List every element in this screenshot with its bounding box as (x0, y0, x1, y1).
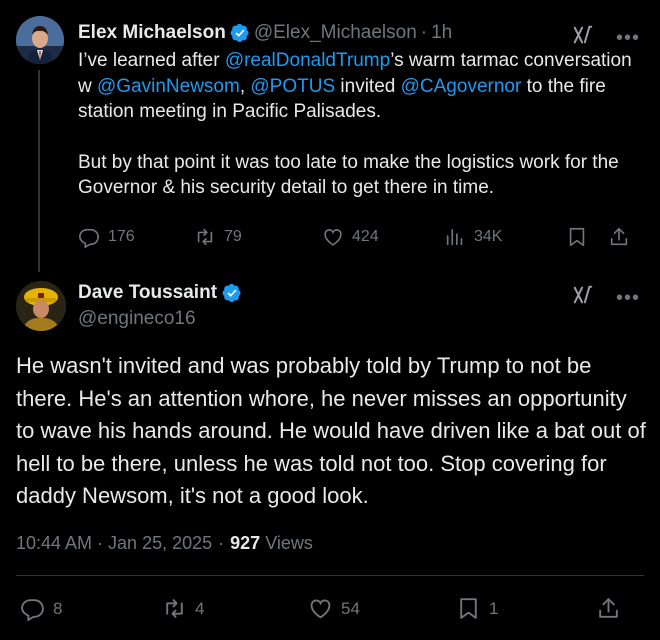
reply-button[interactable]: 8 (20, 596, 62, 621)
post-timestamp[interactable]: 10:44 AM · Jan 25, 2025 (16, 533, 212, 554)
body-text: , (239, 75, 251, 97)
author-name[interactable]: Elex Michaelson (78, 22, 226, 44)
share-button[interactable] (596, 596, 621, 621)
like-button[interactable]: 424 (322, 226, 379, 248)
divider (16, 575, 644, 576)
thread-connector-line (38, 70, 40, 272)
reply-count: 8 (53, 598, 63, 618)
reply-button[interactable]: 176 (78, 226, 135, 248)
repost-icon (166, 599, 183, 618)
bookmark-button[interactable] (566, 226, 588, 248)
avatar-dave-toussaint[interactable] (16, 281, 66, 331)
reply-icon (21, 599, 44, 621)
mention-link[interactable]: @CAgovernor (401, 76, 522, 97)
repost-icon (197, 228, 213, 246)
mention-link[interactable]: @realDonaldTrump (225, 50, 390, 71)
parent-tweet-header: Elex Michaelson @Elex_Michaelson · 1h (78, 22, 452, 44)
meta-separator: · (218, 533, 225, 553)
more-icon[interactable]: ••• (616, 288, 640, 308)
view-count: 34K (474, 228, 503, 245)
like-button[interactable]: 54 (308, 596, 360, 621)
like-count: 424 (352, 228, 379, 245)
views-button[interactable]: 34K (444, 226, 502, 248)
like-icon (324, 229, 342, 246)
body-paragraph-2: But by that point it was too late to mak… (78, 151, 619, 199)
repost-button[interactable]: 79 (194, 226, 242, 248)
more-icon[interactable]: ••• (616, 28, 640, 48)
reply-icon (79, 228, 99, 248)
avatar-elex-michaelson[interactable] (16, 16, 64, 64)
like-icon (310, 599, 331, 619)
mention-link[interactable]: @POTUS (250, 76, 335, 97)
grok-icon[interactable] (572, 284, 594, 311)
post-time[interactable]: 1h (431, 22, 452, 44)
share-button[interactable] (608, 226, 630, 248)
share-icon (599, 598, 618, 618)
body-text: I’ve learned after (78, 50, 225, 71)
parent-top-icons: ••• (572, 24, 640, 51)
views-count: 927 (230, 533, 261, 553)
parent-tweet-text: I’ve learned after @realDonaldTrump’s wa… (78, 48, 648, 201)
parent-tweet[interactable]: Elex Michaelson @Elex_Michaelson · 1h ••… (0, 0, 660, 272)
repost-button[interactable]: 4 (162, 596, 204, 621)
author-handle[interactable]: @engineco16 (78, 308, 196, 330)
main-action-bar: 8 4 54 1 (16, 596, 646, 624)
repost-count: 4 (195, 598, 205, 618)
like-count: 54 (341, 598, 360, 618)
post-metadata: 10:44 AM · Jan 25, 2025 · 927 Views (16, 533, 313, 554)
main-tweet-text: He wasn't invited and was probably told … (16, 353, 646, 508)
repost-count: 79 (224, 228, 242, 245)
views-label: Views (265, 533, 313, 553)
mention-link[interactable]: @GavinNewsom (97, 76, 240, 97)
header-separator: · (420, 22, 428, 43)
bookmark-icon (569, 227, 585, 247)
reply-count: 176 (108, 228, 135, 245)
author-name[interactable]: Dave Toussaint (78, 282, 217, 304)
main-tweet-header: Dave Toussaint (78, 282, 242, 304)
author-handle[interactable]: @Elex_Michaelson (254, 22, 417, 44)
main-top-icons: ••• (572, 284, 640, 311)
bookmark-count: 1 (489, 598, 499, 618)
body-text: invited (335, 75, 401, 97)
grok-icon[interactable] (572, 24, 594, 51)
share-icon (610, 227, 628, 246)
verified-badge-icon (222, 283, 242, 303)
bookmark-icon (460, 598, 477, 619)
verified-badge-icon (230, 23, 250, 43)
views-icon (446, 228, 463, 246)
bookmark-button[interactable]: 1 (456, 596, 498, 621)
parent-action-bar: 176 79 424 34K (78, 226, 634, 250)
